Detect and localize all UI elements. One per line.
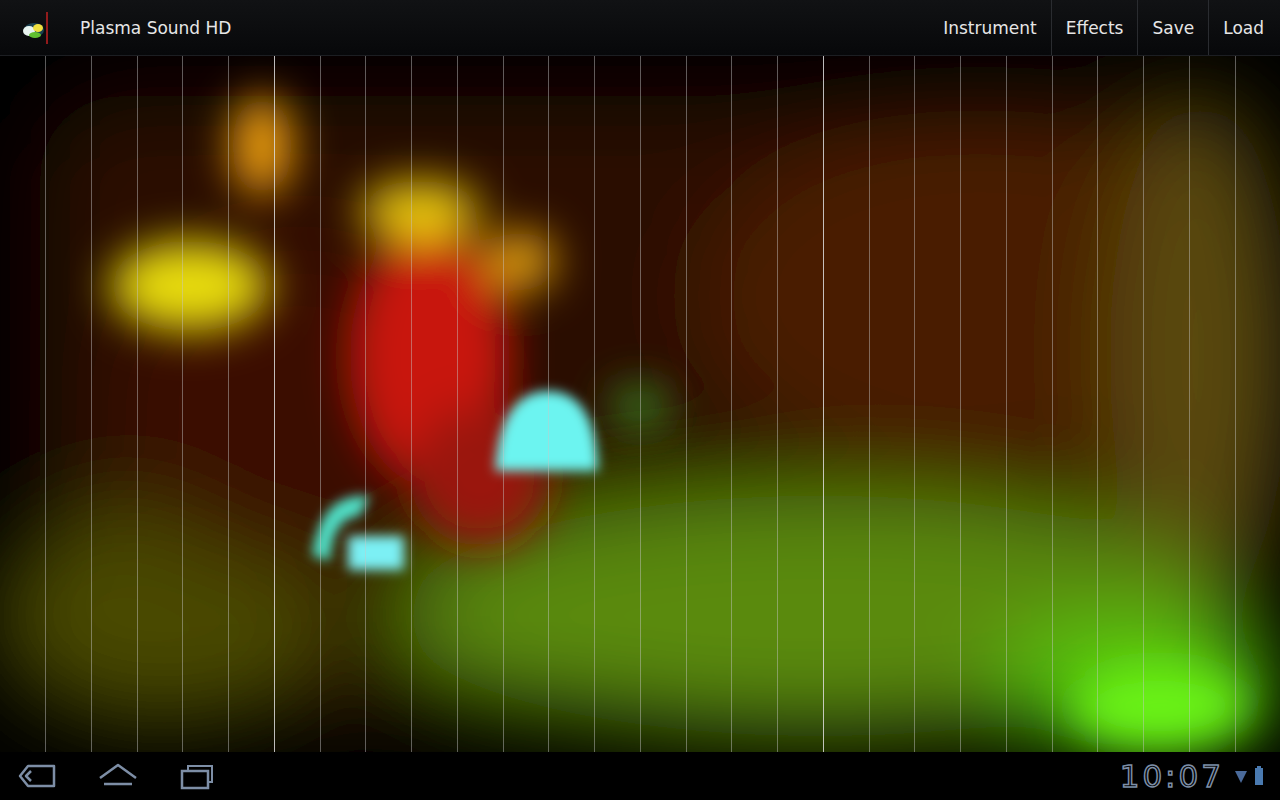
key-line [411,56,412,752]
key-lines [0,56,1280,752]
key-line [1189,56,1190,752]
key-line [1235,56,1236,752]
recent-apps-icon[interactable] [176,760,220,792]
clock[interactable]: 10:07 [1114,758,1230,794]
key-line [320,56,321,752]
home-icon[interactable] [96,760,140,792]
key-line [914,56,915,752]
wifi-icon [1234,765,1248,787]
key-line [274,56,275,752]
action-menu: InstrumentEffectsSaveLoad [929,0,1280,55]
back-icon[interactable] [16,760,60,792]
key-line [365,56,366,752]
key-line [1097,56,1098,752]
system-bar: 10:07 [0,752,1280,800]
key-line [228,56,229,752]
battery-icon [1252,765,1266,787]
key-line [640,56,641,752]
key-line [137,56,138,752]
key-line [457,56,458,752]
key-line [686,56,687,752]
menu-item[interactable]: Instrument [929,0,1051,55]
key-line [960,56,961,752]
app-title: Plasma Sound HD [80,18,231,38]
menu-item[interactable]: Save [1137,0,1208,55]
plasma-logo-icon[interactable] [17,10,53,46]
menu-item[interactable]: Effects [1051,0,1138,55]
key-line [1143,56,1144,752]
app-screen: Plasma Sound HD InstrumentEffectsSaveLoad… [0,0,1280,800]
plasma-canvas[interactable] [0,56,1280,752]
menu-item[interactable]: Load [1208,0,1280,55]
action-bar: Plasma Sound HD InstrumentEffectsSaveLoad [0,0,1280,56]
key-line [503,56,504,752]
key-line [1006,56,1007,752]
key-line [869,56,870,752]
key-line [182,56,183,752]
key-line [45,56,46,752]
key-line [594,56,595,752]
key-line [823,56,824,752]
key-line [91,56,92,752]
key-line [548,56,549,752]
key-line [1052,56,1053,752]
key-line [777,56,778,752]
key-line [731,56,732,752]
